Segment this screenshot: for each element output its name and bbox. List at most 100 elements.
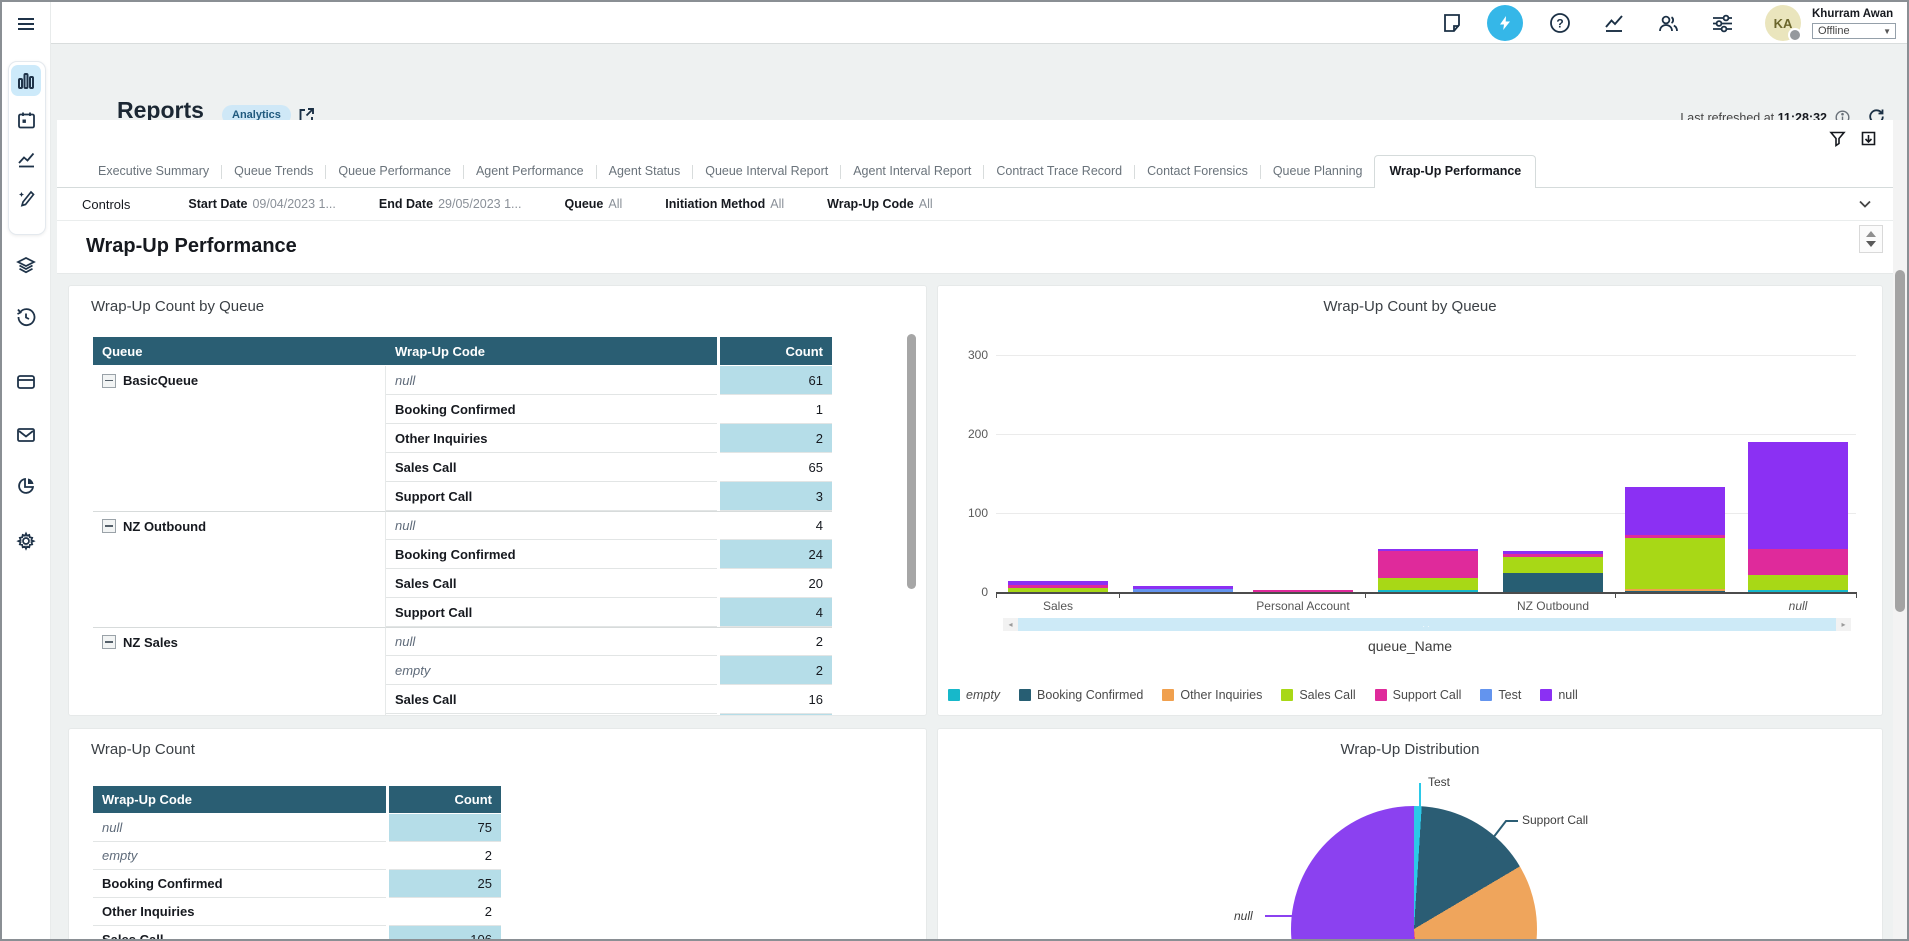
tab-agent-performance[interactable]: Agent Performance bbox=[464, 157, 596, 187]
app-window: ? KA Khurram Awan Offline ▼ Reports Anal… bbox=[0, 0, 1909, 941]
filter-icon[interactable] bbox=[1829, 130, 1846, 147]
bar-sales[interactable] bbox=[1008, 581, 1108, 592]
sidebar-item-mail[interactable] bbox=[15, 424, 37, 446]
legend-item-sales-call[interactable]: Sales Call bbox=[1281, 688, 1355, 702]
scroll-right-icon[interactable]: ▸ bbox=[1836, 618, 1851, 631]
wrapup-count-cell: 2 bbox=[389, 842, 501, 870]
tab-agent-status[interactable]: Agent Status bbox=[597, 157, 693, 187]
bar-nz-outbound[interactable] bbox=[1503, 551, 1603, 592]
control-filter-start-date[interactable]: Start Date09/04/2023 1... bbox=[188, 197, 335, 211]
scroll-track[interactable]: ·· bbox=[1018, 618, 1836, 631]
tab-queue-interval-report[interactable]: Queue Interval Report bbox=[693, 157, 840, 187]
collapse-icon[interactable] bbox=[102, 374, 116, 388]
control-filter-end-date[interactable]: End Date29/05/2023 1... bbox=[379, 197, 522, 211]
spinner-up-icon[interactable] bbox=[1866, 231, 1876, 237]
bar-unlabeled[interactable] bbox=[1625, 487, 1725, 592]
control-filter-value: 09/04/2023 1... bbox=[252, 197, 335, 211]
agent-status-select[interactable]: Offline ▼ bbox=[1812, 23, 1896, 39]
legend-item-empty[interactable]: empty bbox=[948, 688, 1000, 702]
contacts-icon[interactable] bbox=[1655, 10, 1681, 36]
wrapup-count-cell: 106 bbox=[389, 926, 501, 941]
pivot-count-cell: 2 bbox=[720, 656, 832, 685]
tab-wrap-up-performance[interactable]: Wrap-Up Performance bbox=[1374, 155, 1536, 188]
tab-agent-interval-report[interactable]: Agent Interval Report bbox=[841, 157, 983, 187]
pivot-queue-cell bbox=[93, 685, 386, 714]
sidebar-item-reports[interactable] bbox=[15, 70, 37, 92]
tab-contract-trace-record[interactable]: Contract Trace Record bbox=[984, 157, 1134, 187]
pivot-count-cell bbox=[720, 714, 832, 716]
dashboard-canvas: Wrap-Up Count by Queue QueueWrap-Up Code… bbox=[57, 274, 1895, 939]
collapse-icon[interactable] bbox=[102, 519, 116, 533]
sidebar-item-calendar[interactable] bbox=[15, 109, 37, 131]
legend-item-test[interactable]: Test bbox=[1480, 688, 1521, 702]
sidebar-item-designer[interactable] bbox=[15, 187, 37, 209]
collapse-icon[interactable] bbox=[102, 635, 116, 649]
y-axis-tick-label: 300 bbox=[944, 348, 988, 362]
pivot-queue-cell: BasicQueue bbox=[93, 366, 386, 395]
pivot-queue-cell bbox=[93, 598, 386, 627]
help-icon[interactable]: ? bbox=[1547, 10, 1573, 36]
x-axis-tick bbox=[1856, 592, 1857, 598]
tab-contact-forensics[interactable]: Contact Forensics bbox=[1135, 157, 1260, 187]
bar-null[interactable] bbox=[1748, 442, 1848, 592]
x-axis-tick bbox=[1615, 592, 1616, 598]
control-filter-value: All bbox=[919, 197, 933, 211]
sidebar-item-flows[interactable] bbox=[15, 254, 37, 276]
legend-chip bbox=[1019, 689, 1031, 701]
chart-horizontal-scrollbar[interactable]: ◂ ·· ▸ bbox=[1003, 618, 1851, 631]
pivot-queue-cell bbox=[93, 453, 386, 482]
sidebar-item-history[interactable] bbox=[15, 306, 37, 328]
legend-chip bbox=[1540, 689, 1552, 701]
pivot-code-cell: Booking Confirmed bbox=[386, 540, 717, 569]
report-panel: Executive SummaryQueue TrendsQueue Perfo… bbox=[57, 120, 1895, 939]
bar-segment bbox=[1503, 557, 1603, 573]
bar-unlabeled[interactable] bbox=[1378, 549, 1478, 592]
control-filter-wrap-up-code[interactable]: Wrap-Up CodeAll bbox=[827, 197, 932, 211]
scroll-grip-icon: ·· bbox=[1422, 622, 1431, 631]
hamburger-menu-icon[interactable] bbox=[15, 13, 37, 35]
controls-expand-chevron-icon[interactable] bbox=[1857, 196, 1873, 212]
bar-segment bbox=[1625, 538, 1725, 589]
pivot-count-cell: 4 bbox=[720, 511, 832, 540]
left-sidebar bbox=[2, 2, 51, 939]
page-scrollbar-thumb[interactable] bbox=[1895, 270, 1905, 612]
scroll-left-icon[interactable]: ◂ bbox=[1003, 618, 1018, 631]
legend-label: Test bbox=[1498, 688, 1521, 702]
page-scrollbar[interactable] bbox=[1893, 120, 1907, 939]
bar-segment bbox=[1378, 590, 1478, 592]
bar-segment bbox=[1748, 590, 1848, 592]
control-filter-initiation-method[interactable]: Initiation MethodAll bbox=[665, 197, 784, 211]
bar-personal-account[interactable] bbox=[1253, 590, 1353, 592]
legend-item-support-call[interactable]: Support Call bbox=[1375, 688, 1462, 702]
pivot-code-cell: Booking Confirmed bbox=[386, 395, 717, 424]
export-icon[interactable] bbox=[1860, 130, 1877, 147]
wrapup-code-cell: Sales Call bbox=[93, 926, 386, 941]
sidebar-item-analytics-pie[interactable] bbox=[15, 475, 37, 497]
avatar-initials: KA bbox=[1774, 16, 1793, 31]
pie-chart[interactable] bbox=[1291, 806, 1537, 941]
tab-queue-planning[interactable]: Queue Planning bbox=[1261, 157, 1375, 187]
notes-icon[interactable] bbox=[1439, 10, 1465, 36]
pivot-count-cell: 4 bbox=[720, 598, 832, 627]
sheet-scroll-spinner[interactable] bbox=[1859, 225, 1883, 253]
control-filters: Start Date09/04/2023 1... End Date29/05/2… bbox=[188, 197, 932, 211]
sidebar-item-channels[interactable] bbox=[15, 371, 37, 393]
user-avatar[interactable]: KA bbox=[1765, 5, 1801, 41]
legend-item-other-inquiries[interactable]: Other Inquiries bbox=[1162, 688, 1262, 702]
control-filter-queue[interactable]: QueueAll bbox=[564, 197, 622, 211]
metrics-icon[interactable] bbox=[1601, 10, 1627, 36]
sidebar-item-settings[interactable] bbox=[15, 530, 37, 552]
settings-sliders-icon[interactable] bbox=[1709, 10, 1735, 36]
legend-item-booking-confirmed[interactable]: Booking Confirmed bbox=[1019, 688, 1143, 702]
spinner-down-icon[interactable] bbox=[1866, 241, 1876, 247]
legend-item-null[interactable]: null bbox=[1540, 688, 1577, 702]
tab-queue-performance[interactable]: Queue Performance bbox=[326, 157, 463, 187]
quick-actions-icon[interactable] bbox=[1487, 5, 1523, 41]
tab-executive-summary[interactable]: Executive Summary bbox=[86, 157, 221, 187]
queue-label: NZ Sales bbox=[123, 635, 178, 650]
sidebar-item-metrics[interactable] bbox=[15, 148, 37, 170]
pivot-scrollbar[interactable] bbox=[907, 334, 916, 589]
tab-queue-trends[interactable]: Queue Trends bbox=[222, 157, 325, 187]
pivot-code-cell: null bbox=[386, 511, 717, 540]
bar-unlabeled[interactable] bbox=[1133, 586, 1233, 592]
